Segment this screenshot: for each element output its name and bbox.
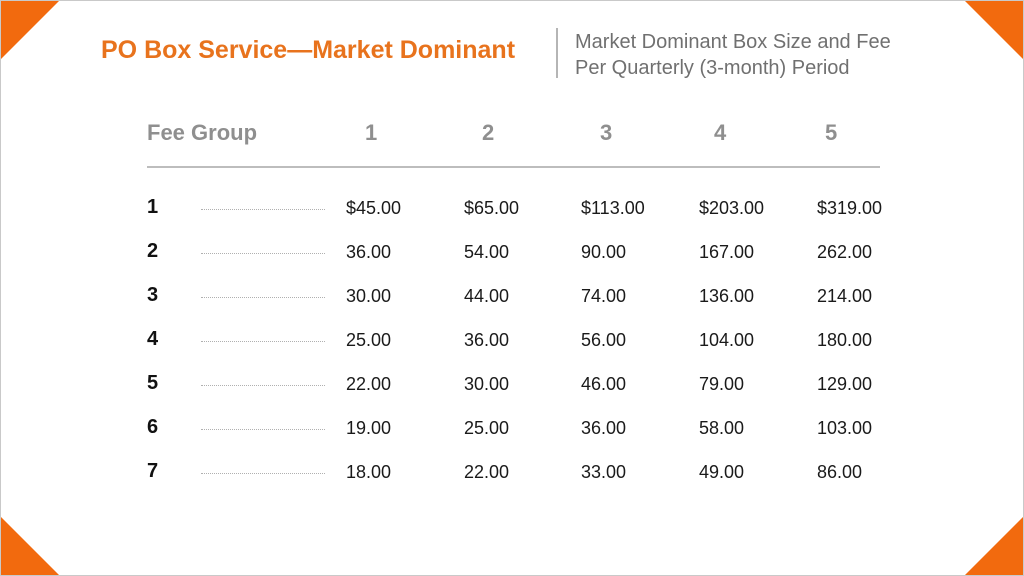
header-box-size-5: 5 bbox=[825, 120, 838, 145]
corner-accent-bottom-left bbox=[1, 517, 59, 575]
fee-cell: 36.00 bbox=[581, 418, 627, 438]
fee-cell: 129.00 bbox=[817, 374, 873, 394]
header-fee-group: Fee Group bbox=[147, 120, 258, 145]
fee-cell: $45.00 bbox=[346, 198, 402, 218]
fee-cell: 56.00 bbox=[581, 330, 627, 350]
slide-subtitle: Market Dominant Box Size and Fee Per Qua… bbox=[575, 29, 975, 81]
fee-cell: 44.00 bbox=[464, 286, 510, 306]
table-row: 7 18.00 22.00 33.00 49.00 86.00 bbox=[1, 460, 1024, 490]
fee-cell: 30.00 bbox=[464, 374, 510, 394]
header-box-size-3: 3 bbox=[600, 120, 613, 145]
table-row: 5 22.00 30.00 46.00 79.00 129.00 bbox=[1, 372, 1024, 402]
title-divider bbox=[556, 28, 558, 78]
fee-cell: 49.00 bbox=[699, 462, 745, 482]
fee-group-label: 7 bbox=[147, 460, 159, 482]
subtitle-line-1: Market Dominant Box Size and Fee bbox=[575, 31, 891, 53]
dot-leader bbox=[201, 385, 325, 386]
fee-group-label: 3 bbox=[147, 284, 159, 306]
table-row: 3 30.00 44.00 74.00 136.00 214.00 bbox=[1, 284, 1024, 314]
fee-cell: 46.00 bbox=[581, 374, 627, 394]
header-box-size-2: 2 bbox=[482, 120, 495, 145]
corner-accent-bottom-right bbox=[965, 517, 1023, 575]
fee-group-label: 2 bbox=[147, 240, 159, 262]
fee-cell: 103.00 bbox=[817, 418, 873, 438]
header-rule bbox=[147, 166, 880, 168]
table-row: 4 25.00 36.00 56.00 104.00 180.00 bbox=[1, 328, 1024, 358]
fee-cell: 25.00 bbox=[464, 418, 510, 438]
slide-frame: PO Box Service—Market Dominant Market Do… bbox=[0, 0, 1024, 576]
fee-cell: 79.00 bbox=[699, 374, 745, 394]
fee-cell: 74.00 bbox=[581, 286, 627, 306]
dot-leader bbox=[201, 297, 325, 298]
corner-accent-top-left bbox=[1, 1, 59, 59]
fee-cell: $113.00 bbox=[581, 198, 645, 218]
fee-cell: 22.00 bbox=[464, 462, 510, 482]
fee-cell: 54.00 bbox=[464, 242, 510, 262]
fee-cell: 36.00 bbox=[346, 242, 392, 262]
dot-leader bbox=[201, 253, 325, 254]
fee-cell: 86.00 bbox=[817, 462, 863, 482]
fee-cell: 180.00 bbox=[817, 330, 873, 350]
table-row: 6 19.00 25.00 36.00 58.00 103.00 bbox=[1, 416, 1024, 446]
fee-cell: 33.00 bbox=[581, 462, 627, 482]
fee-group-label: 5 bbox=[147, 372, 159, 394]
fee-cell: 22.00 bbox=[346, 374, 392, 394]
fee-cell: 104.00 bbox=[699, 330, 755, 350]
fee-cell: 36.00 bbox=[464, 330, 510, 350]
fee-group-label: 6 bbox=[147, 416, 159, 438]
fee-group-label: 4 bbox=[147, 328, 159, 350]
fee-cell: 214.00 bbox=[817, 286, 873, 306]
subtitle-line-2: Per Quarterly (3-month) Period bbox=[575, 57, 850, 79]
fee-cell: 25.00 bbox=[346, 330, 392, 350]
fee-cell: 167.00 bbox=[699, 242, 755, 262]
fee-cell: $65.00 bbox=[464, 198, 520, 218]
dot-leader bbox=[201, 341, 325, 342]
fee-cell: 18.00 bbox=[346, 462, 392, 482]
fee-cell: 136.00 bbox=[699, 286, 755, 306]
fee-cell: 90.00 bbox=[581, 242, 627, 262]
fee-cell: 19.00 bbox=[346, 418, 392, 438]
dot-leader bbox=[201, 429, 325, 430]
dot-leader bbox=[201, 473, 325, 474]
fee-group-label: 1 bbox=[147, 196, 159, 218]
fee-cell: 30.00 bbox=[346, 286, 392, 306]
table-row: 2 36.00 54.00 90.00 167.00 262.00 bbox=[1, 240, 1024, 270]
header-box-size-4: 4 bbox=[714, 120, 727, 145]
slide-title: PO Box Service—Market Dominant bbox=[101, 36, 516, 64]
fee-cell: 58.00 bbox=[699, 418, 745, 438]
dot-leader bbox=[201, 209, 325, 210]
table-row: 1 $45.00 $65.00 $113.00 $203.00 $319.00 bbox=[1, 196, 1024, 226]
fee-cell: $203.00 bbox=[699, 198, 765, 218]
fee-cell: $319.00 bbox=[817, 198, 883, 218]
header-box-size-1: 1 bbox=[365, 120, 378, 145]
fee-cell: 262.00 bbox=[817, 242, 873, 262]
